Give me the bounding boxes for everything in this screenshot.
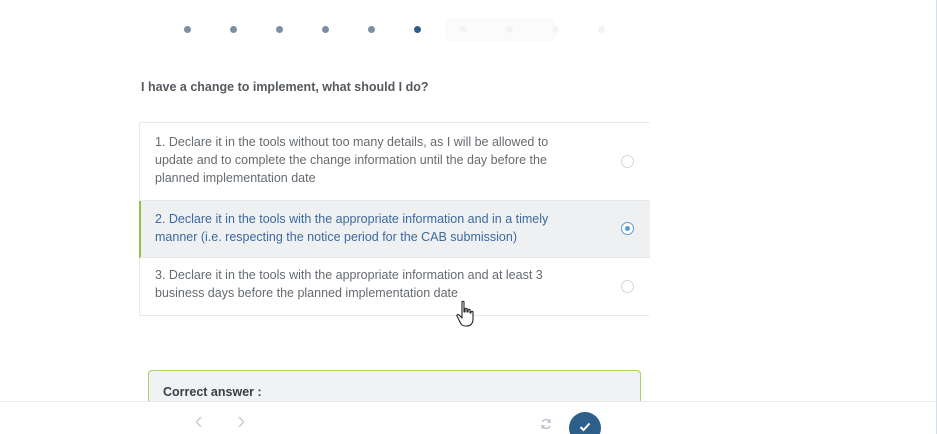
progress-dot[interactable] <box>276 26 283 33</box>
progress-dot[interactable] <box>598 26 605 33</box>
option-label: 1. Declare it in the tools without too m… <box>155 135 549 185</box>
chevron-left-icon[interactable] <box>195 416 203 430</box>
progress-dot[interactable] <box>414 26 421 33</box>
question-text: I have a change to implement, what shoul… <box>141 80 429 94</box>
refresh-icon[interactable] <box>540 418 552 430</box>
option-1[interactable]: 1. Declare it in the tools without too m… <box>140 123 650 201</box>
chevron-right-icon[interactable] <box>237 416 245 430</box>
option-2[interactable]: 2. Declare it in the tools with the appr… <box>139 201 650 258</box>
progress-dot[interactable] <box>506 26 513 33</box>
option-2-radio[interactable] <box>621 222 634 235</box>
progress-dot[interactable] <box>368 26 375 33</box>
check-icon <box>579 422 591 432</box>
option-3[interactable]: 3. Declare it in the tools with the appr… <box>140 258 650 315</box>
submit-button[interactable] <box>569 412 601 434</box>
option-label: 3. Declare it in the tools with the appr… <box>155 268 543 300</box>
option-3-radio[interactable] <box>621 279 634 293</box>
bottom-navigation <box>0 401 936 434</box>
progress-dot[interactable] <box>460 26 467 33</box>
progress-dot[interactable] <box>552 26 559 33</box>
answer-options: 1. Declare it in the tools without too m… <box>139 122 650 316</box>
progress-dot[interactable] <box>184 26 191 33</box>
hand-cursor-icon <box>456 300 474 327</box>
correct-answer-title: Correct answer : <box>163 385 262 399</box>
option-1-radio[interactable] <box>621 154 634 168</box>
option-label: 2. Declare it in the tools with the appr… <box>155 212 549 244</box>
progress-dot[interactable] <box>230 26 237 33</box>
quiz-page: I have a change to implement, what shoul… <box>0 0 937 434</box>
progress-dots <box>183 18 613 42</box>
progress-dot[interactable] <box>322 26 329 33</box>
